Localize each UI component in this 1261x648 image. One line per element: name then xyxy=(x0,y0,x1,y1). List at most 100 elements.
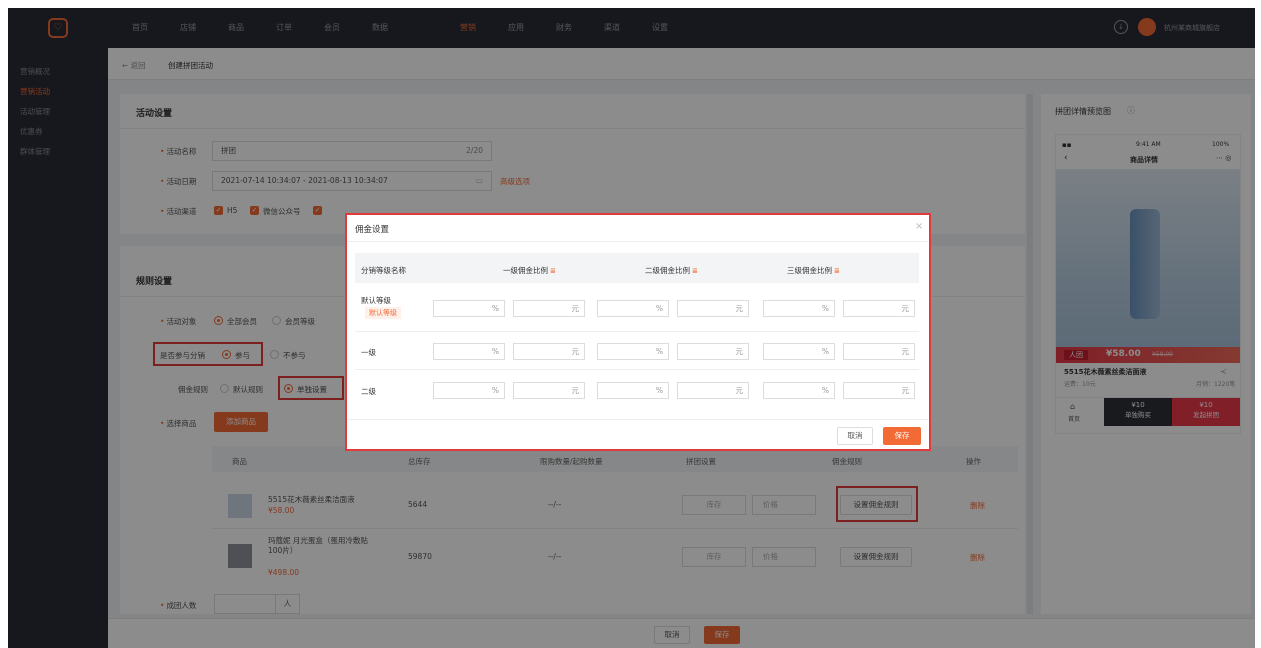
level2-yuan-input[interactable]: 元 xyxy=(677,300,749,317)
level3-percent-input[interactable]: % xyxy=(763,382,835,399)
group-tag: 人团 xyxy=(1064,350,1088,360)
sort-icon[interactable]: ≣ xyxy=(550,267,556,275)
back-link[interactable]: ← 返回 xyxy=(122,60,146,71)
nav-item-apps[interactable]: 应用 xyxy=(508,22,524,33)
level2-percent-input[interactable]: % xyxy=(597,343,669,360)
nav-item-data[interactable]: 数据 xyxy=(372,22,388,33)
commission-default-radio[interactable] xyxy=(220,384,229,393)
preview-orig-price: ¥58.00 xyxy=(1152,351,1173,358)
distribution-join-radio[interactable] xyxy=(222,350,231,359)
divider xyxy=(120,128,1025,129)
channel-wechat-checkbox[interactable]: ✓ xyxy=(250,206,259,215)
sort-icon[interactable]: ≣ xyxy=(834,267,840,275)
delete-link[interactable]: 删除 xyxy=(970,500,985,511)
buy-alone-button[interactable]: ¥10 单独购买 xyxy=(1104,398,1172,426)
sidebar-item-coupons[interactable]: 优惠券 xyxy=(20,126,43,137)
preview-product-name: 5515花木薇素丝柔洁面液 xyxy=(1064,368,1147,376)
advanced-options-link[interactable]: 高级选项 xyxy=(500,176,530,187)
sort-icon[interactable]: ≣ xyxy=(692,267,698,275)
level3-yuan-input[interactable]: 元 xyxy=(843,343,915,360)
set-commission-button[interactable]: 设置佣金规则 xyxy=(840,547,912,567)
sidebar: 营销概况 营销活动 活动管理 优惠券 群体管理 xyxy=(8,48,108,648)
nav-item-goods[interactable]: 商品 xyxy=(228,22,244,33)
group-size-label: • 成团人数 xyxy=(160,601,197,610)
level3-yuan-input[interactable]: 元 xyxy=(843,300,915,317)
target-level-radio[interactable] xyxy=(272,316,281,325)
level3-yuan-input[interactable]: 元 xyxy=(843,382,915,399)
commission-modal: 佣金设置 × 分销等级名称 一级佣金比例 ≣ 二级佣金比例 ≣ 三级佣金比例 ≣ 默认… xyxy=(345,213,931,451)
nav-item-marketing[interactable]: 营销 xyxy=(460,22,476,33)
channel-wechat-label: 微信公众号 xyxy=(263,207,301,216)
channel-other-checkbox[interactable]: ✓ xyxy=(313,206,322,215)
level1-percent-input[interactable]: % xyxy=(433,343,505,360)
level1-yuan-input[interactable]: 元 xyxy=(513,300,585,317)
start-group-button[interactable]: ¥10 发起拼团 xyxy=(1172,398,1240,426)
save-button[interactable]: 保存 xyxy=(704,626,740,644)
target-all-label: 全部会员 xyxy=(227,317,257,326)
product-thumbnail xyxy=(228,494,252,518)
more-icon[interactable]: ⋯ ◎ xyxy=(1216,154,1231,162)
sidebar-item-groups[interactable]: 群体管理 xyxy=(20,146,50,157)
select-goods-label: • 选择商品 xyxy=(160,419,197,428)
target-label: • 活动对象 xyxy=(160,317,197,326)
sidebar-item-overview[interactable]: 营销概况 xyxy=(20,66,50,77)
nav-item-finance[interactable]: 财务 xyxy=(556,22,572,33)
buy-alone-label: 单独购买 xyxy=(1125,411,1151,419)
level2-percent-input[interactable]: % xyxy=(597,382,669,399)
activity-date-input[interactable]: 2021-07-14 10:34:07 - 2021-08-13 10:34:0… xyxy=(212,171,492,191)
preview-home-label: 首页 xyxy=(1068,416,1081,423)
level2-percent-input[interactable]: % xyxy=(597,300,669,317)
level1-percent-input[interactable]: % xyxy=(433,382,505,399)
col-header-action: 操作 xyxy=(966,457,981,466)
calendar-icon: ▭ xyxy=(475,176,483,185)
level3-percent-input[interactable]: % xyxy=(763,343,835,360)
group-stock-input[interactable]: 库存 xyxy=(682,495,746,515)
add-goods-button[interactable]: 添加商品 xyxy=(214,412,268,432)
group-price-input[interactable]: 价格 xyxy=(752,495,816,515)
channel-h5-checkbox[interactable]: ✓ xyxy=(214,206,223,215)
nav-item-orders[interactable]: 订单 xyxy=(276,22,292,33)
level1-yuan-input[interactable]: 元 xyxy=(513,382,585,399)
name-char-count: 2/20 xyxy=(466,146,483,155)
help-icon[interactable]: ⓘ xyxy=(1127,105,1135,116)
download-icon[interactable]: ↓ xyxy=(1114,20,1128,34)
modal-save-button[interactable]: 保存 xyxy=(883,427,921,445)
product-price: ¥498.00 xyxy=(268,568,300,577)
nav-item-settings[interactable]: 设置 xyxy=(652,22,668,33)
commission-default-label: 默认规则 xyxy=(233,385,263,394)
scrollbar[interactable] xyxy=(1027,94,1033,614)
commission-custom-label: 单独设置 xyxy=(297,385,327,394)
divider xyxy=(347,241,929,242)
nav-item-members[interactable]: 会员 xyxy=(324,22,340,33)
activity-name-input[interactable]: 拼团 2/20 xyxy=(212,141,492,161)
group-price-input[interactable]: 价格 xyxy=(752,547,816,567)
set-commission-button[interactable]: 设置佣金规则 xyxy=(840,495,912,515)
nav-item-shop[interactable]: 店铺 xyxy=(180,22,196,33)
start-group-label: 发起拼团 xyxy=(1193,411,1219,419)
commission-custom-radio[interactable] xyxy=(284,384,293,393)
user-name[interactable]: 杭州某商城旗舰店 xyxy=(1164,23,1220,33)
avatar[interactable] xyxy=(1138,18,1156,36)
level2-yuan-input[interactable]: 元 xyxy=(677,343,749,360)
target-level-label: 会员等级 xyxy=(285,317,315,326)
default-level-badge: 默认等级 xyxy=(365,307,401,319)
level3-percent-input[interactable]: % xyxy=(763,300,835,317)
nav-item-channels[interactable]: 渠道 xyxy=(604,22,620,33)
group-stock-input[interactable]: 库存 xyxy=(682,547,746,567)
delete-link[interactable]: 删除 xyxy=(970,552,985,563)
home-icon[interactable]: ⌂ xyxy=(1070,402,1075,411)
back-icon[interactable]: ‹ xyxy=(1064,153,1068,163)
distribution-skip-radio[interactable] xyxy=(270,350,279,359)
level1-percent-input[interactable]: % xyxy=(433,300,505,317)
level1-yuan-input[interactable]: 元 xyxy=(513,343,585,360)
cancel-button[interactable]: 取消 xyxy=(654,626,690,644)
sidebar-item-activity-manage[interactable]: 活动管理 xyxy=(20,106,50,117)
nav-item-home[interactable]: 首页 xyxy=(132,22,148,33)
modal-cancel-button[interactable]: 取消 xyxy=(837,427,873,445)
level2-yuan-input[interactable]: 元 xyxy=(677,382,749,399)
target-all-radio[interactable] xyxy=(214,316,223,325)
share-icon[interactable]: ≺ xyxy=(1220,367,1227,376)
close-icon[interactable]: × xyxy=(915,221,923,232)
sidebar-item-campaigns[interactable]: 营销活动 xyxy=(20,86,50,97)
group-size-input[interactable]: 人 xyxy=(214,594,300,614)
